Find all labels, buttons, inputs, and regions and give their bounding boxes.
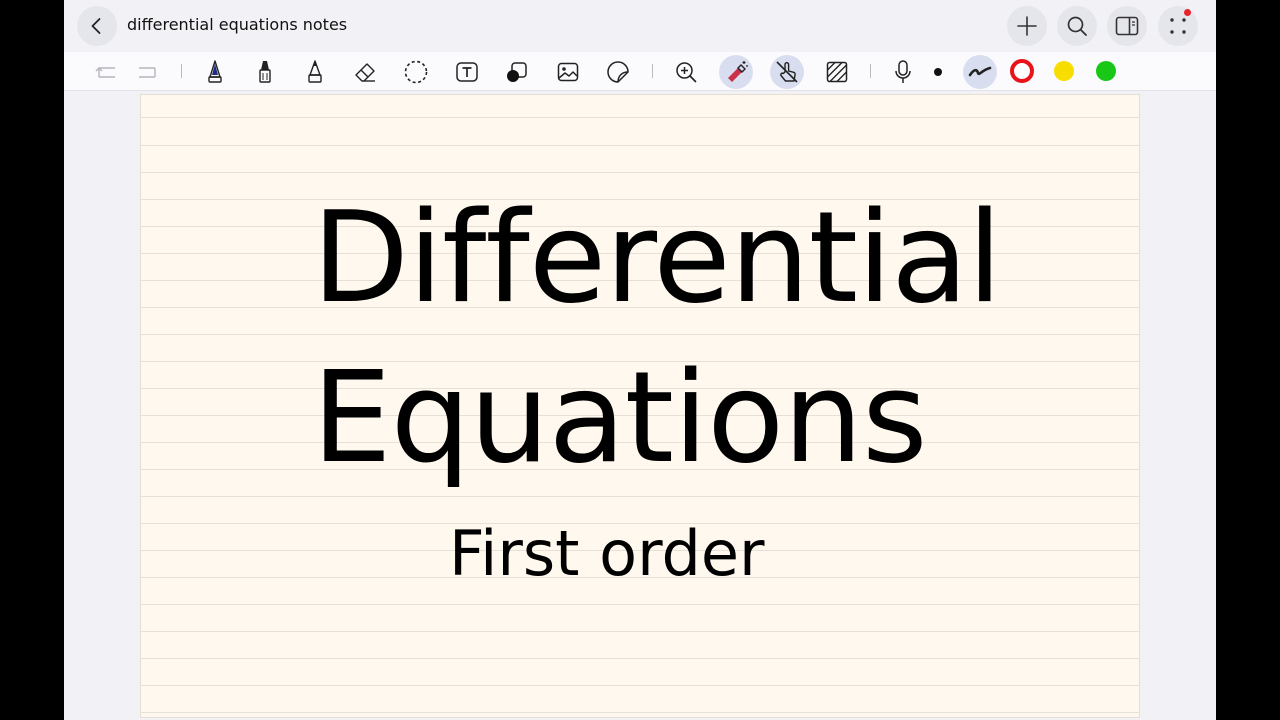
more-options-button[interactable]	[1158, 6, 1198, 46]
title-bar: differential equations notes	[64, 0, 1216, 52]
brush-size-dot-icon	[934, 68, 942, 76]
text-box-tool[interactable]	[450, 55, 484, 89]
touch-draw-toggle[interactable]	[770, 55, 804, 89]
text-box-icon	[456, 62, 478, 82]
search-button[interactable]	[1057, 6, 1097, 46]
eraser-icon	[355, 63, 375, 82]
plus-icon	[1017, 16, 1037, 36]
color-swatch-green[interactable]	[1096, 61, 1116, 81]
toolbar-divider	[870, 64, 871, 78]
sticker-tool[interactable]	[601, 55, 635, 89]
shapes-icon	[507, 62, 527, 82]
redo-button[interactable]	[131, 55, 165, 89]
add-page-button[interactable]	[1007, 6, 1047, 46]
page-sidebar-button[interactable]	[1107, 6, 1147, 46]
stroke-style-button[interactable]	[963, 55, 997, 89]
pencil-icon	[308, 60, 322, 83]
search-icon	[1067, 16, 1087, 36]
sticker-icon	[607, 61, 629, 83]
brush-size-button[interactable]	[921, 55, 955, 89]
color-swatch-yellow[interactable]	[1054, 61, 1074, 81]
undo-button[interactable]	[89, 55, 123, 89]
lasso-select-tool[interactable]	[399, 55, 433, 89]
eraser-tool[interactable]	[348, 55, 382, 89]
hatch-fill-icon	[826, 61, 848, 83]
marker-pen-tool[interactable]	[248, 55, 282, 89]
stroke-style-icon	[968, 66, 992, 77]
shapes-tool[interactable]	[500, 55, 534, 89]
hatch-fill-tool[interactable]	[820, 55, 854, 89]
magic-eraser-tool[interactable]	[719, 55, 753, 89]
sidebar-panel-icon	[1115, 16, 1139, 36]
image-icon	[557, 62, 579, 82]
touch-draw-icon	[776, 61, 798, 83]
magic-eraser-icon	[728, 61, 748, 82]
microphone-icon	[895, 60, 911, 83]
zoom-in-icon	[676, 62, 697, 83]
pencil-tool[interactable]	[298, 55, 332, 89]
drawing-toolbar	[64, 52, 1216, 91]
lasso-select-icon	[404, 60, 428, 84]
toolbar-divider	[181, 64, 182, 78]
image-tool[interactable]	[551, 55, 585, 89]
redo-icon	[139, 67, 156, 78]
toolbar-divider	[652, 64, 653, 78]
more-dots-icon	[1170, 18, 1186, 34]
notes-app: differential equations notes Differentia…	[64, 0, 1216, 720]
marker-pen-icon	[259, 61, 271, 83]
notification-dot	[1184, 9, 1191, 16]
note-page-canvas[interactable]: Differential Equations First order	[140, 94, 1140, 718]
undo-icon	[95, 67, 115, 78]
heading-line-1: Differential	[312, 184, 1002, 331]
microphone-button[interactable]	[886, 55, 920, 89]
chevron-left-icon	[91, 18, 101, 34]
back-button[interactable]	[77, 6, 117, 46]
color-swatch-red[interactable]	[1010, 59, 1034, 83]
document-title[interactable]: differential equations notes	[127, 15, 347, 34]
zoom-tool[interactable]	[669, 55, 703, 89]
heading-line-2: Equations	[312, 344, 928, 491]
fountain-pen-tool[interactable]	[198, 55, 232, 89]
fountain-pen-icon	[208, 60, 222, 83]
subheading: First order	[449, 517, 765, 590]
